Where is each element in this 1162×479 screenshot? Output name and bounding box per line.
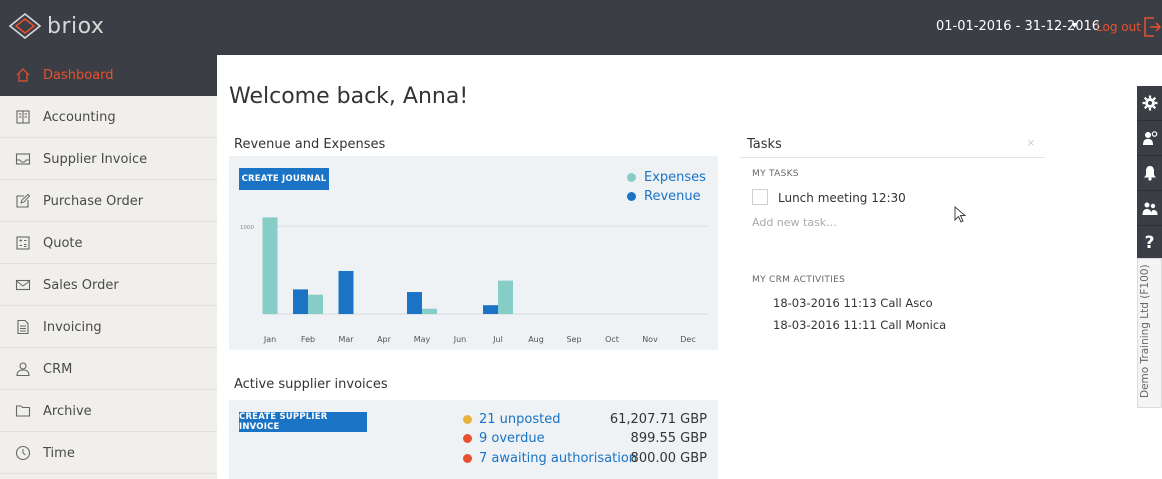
my-tasks-header: MY TASKS (752, 169, 799, 179)
revenue-expenses-panel: CREATE JOURNAL Expenses Revenue 1000 Jan F… (229, 156, 718, 350)
top-bar: briox 01-01-2016 - 31-12-2016 ▼ Log out (0, 0, 1162, 55)
brand-logo[interactable]: briox (9, 13, 104, 39)
person-icon (15, 361, 31, 377)
gear-icon (1142, 95, 1157, 111)
users-button[interactable] (1137, 121, 1162, 156)
x-tick-label: Jan (263, 335, 276, 344)
settings-button[interactable] (1137, 86, 1162, 121)
team-button[interactable] (1137, 191, 1162, 226)
x-tick-label: Mar (338, 335, 354, 344)
invoice-stat-amount: 800.00 GBP (630, 451, 707, 466)
bar-revenue-mar[interactable] (338, 270, 354, 314)
notifications-button[interactable] (1137, 156, 1162, 191)
sidebar-item-time[interactable]: Time (0, 433, 217, 474)
status-dot (463, 454, 472, 463)
bell-icon (1143, 166, 1156, 181)
sidebar-item-label: Accounting (43, 109, 116, 125)
sidebar-item-label: Purchase Order (43, 193, 144, 209)
calculator-icon (15, 235, 31, 251)
brand-name: briox (47, 13, 105, 39)
x-tick-label: Sep (566, 335, 581, 344)
sidebar-item-accounting[interactable]: Accounting (0, 97, 217, 138)
folder-icon (15, 403, 31, 419)
sidebar-item-label: Sales Order (43, 277, 119, 293)
divider (740, 157, 1045, 158)
chevron-down-icon[interactable]: ▼ (1070, 20, 1079, 30)
document-icon (15, 319, 31, 335)
invoice-stat-overdue[interactable]: 9 overdue (463, 431, 545, 446)
status-dot (463, 434, 472, 443)
x-tick-label: Jul (492, 335, 503, 344)
sidebar-item-archive[interactable]: Archive (0, 391, 217, 432)
x-tick-label: Oct (605, 335, 619, 344)
logout-link[interactable]: Log out (1096, 20, 1141, 34)
invoice-stat-amount: 61,207.71 GBP (609, 412, 707, 427)
bar-expenses-jan[interactable] (262, 217, 278, 314)
revenue-expenses-chart: 1000 Jan Feb Mar Apr May Jun Jul Aug Sep Oct Nov Dec (240, 217, 707, 344)
briox-logo-icon (9, 13, 41, 39)
sidebar: Dashboard Accounting Supplier Invoice Pu… (0, 55, 217, 479)
crm-activities-header: MY CRM ACTIVITIES (752, 275, 846, 285)
sidebar-item-supplier-invoice[interactable]: Supplier Invoice (0, 139, 217, 180)
bar-expenses-jul[interactable] (498, 280, 513, 314)
sidebar-item-dashboard[interactable]: Dashboard (0, 55, 217, 96)
x-tick-label: Apr (377, 335, 392, 344)
x-tick-label: Feb (301, 335, 315, 344)
status-dot (463, 415, 472, 424)
active-supplier-invoices-title: Active supplier invoices (234, 377, 388, 392)
x-tick-label: Jun (453, 335, 467, 344)
sidebar-item-label: Quote (43, 235, 83, 251)
sidebar-item-label: Archive (43, 403, 92, 419)
sidebar-item-label: Time (43, 445, 75, 461)
envelope-icon (15, 277, 31, 293)
company-name: Demo Training Ltd (F100) (1139, 264, 1151, 398)
sidebar-item-label: Dashboard (43, 67, 114, 83)
close-icon[interactable]: × (1027, 135, 1035, 150)
add-task-input[interactable]: Add new task... (752, 216, 837, 229)
edit-icon (15, 193, 31, 209)
users-icon (1142, 131, 1157, 145)
x-tick-label: Dec (680, 335, 695, 344)
task-checkbox[interactable] (752, 189, 768, 205)
bar-revenue-feb[interactable] (293, 289, 308, 314)
sidebar-item-label: Invoicing (43, 319, 102, 335)
sidebar-item-quote[interactable]: Quote (0, 223, 217, 264)
sidebar-item-invoicing[interactable]: Invoicing (0, 307, 217, 348)
sidebar-item-label: Supplier Invoice (43, 151, 148, 167)
supplier-invoices-panel: CREATE SUPPLIER INVOICE 21 unposted 61,2… (229, 400, 718, 479)
revenue-expenses-title: Revenue and Expenses (234, 137, 386, 152)
x-tick-label: Aug (528, 335, 544, 344)
sidebar-item-label: CRM (43, 361, 73, 377)
sidebar-item-purchase-order[interactable]: Purchase Order (0, 181, 217, 222)
task-item[interactable]: Lunch meeting 12:30 (778, 191, 906, 205)
sidebar-item-crm[interactable]: CRM (0, 349, 217, 390)
crm-activity-item[interactable]: 18-03-2016 11:13 Call Asco (773, 296, 933, 310)
ledger-icon (15, 109, 31, 125)
x-tick-label: Nov (642, 335, 658, 344)
group-icon (1142, 202, 1157, 215)
help-button[interactable]: ? (1137, 226, 1162, 261)
clock-icon (15, 445, 31, 461)
x-tick-label: May (414, 335, 431, 344)
sidebar-item-sales-order[interactable]: Sales Order (0, 265, 217, 306)
logout-icon[interactable] (1143, 16, 1161, 38)
inbox-icon (15, 151, 31, 167)
help-icon: ? (1144, 233, 1155, 253)
y-tick-label: 1000 (240, 225, 254, 231)
bar-expenses-may[interactable] (422, 308, 437, 314)
bar-expenses-feb[interactable] (308, 294, 323, 314)
invoice-stat-label: 21 unposted (479, 412, 561, 427)
home-icon (15, 67, 31, 83)
tasks-title: Tasks (747, 137, 782, 152)
invoice-stat-amount: 899.55 GBP (630, 431, 707, 446)
invoice-stat-unposted[interactable]: 21 unposted (463, 412, 560, 427)
mouse-cursor-icon (954, 206, 966, 223)
crm-activity-item[interactable]: 18-03-2016 11:11 Call Monica (773, 318, 946, 332)
create-supplier-invoice-button[interactable]: CREATE SUPPLIER INVOICE (239, 412, 367, 432)
right-toolbar: ? (1137, 86, 1162, 261)
bar-revenue-may[interactable] (407, 292, 422, 314)
invoice-stat-label: 9 overdue (479, 431, 545, 446)
page-title: Welcome back, Anna! (229, 84, 469, 109)
bar-revenue-jul[interactable] (483, 305, 498, 314)
